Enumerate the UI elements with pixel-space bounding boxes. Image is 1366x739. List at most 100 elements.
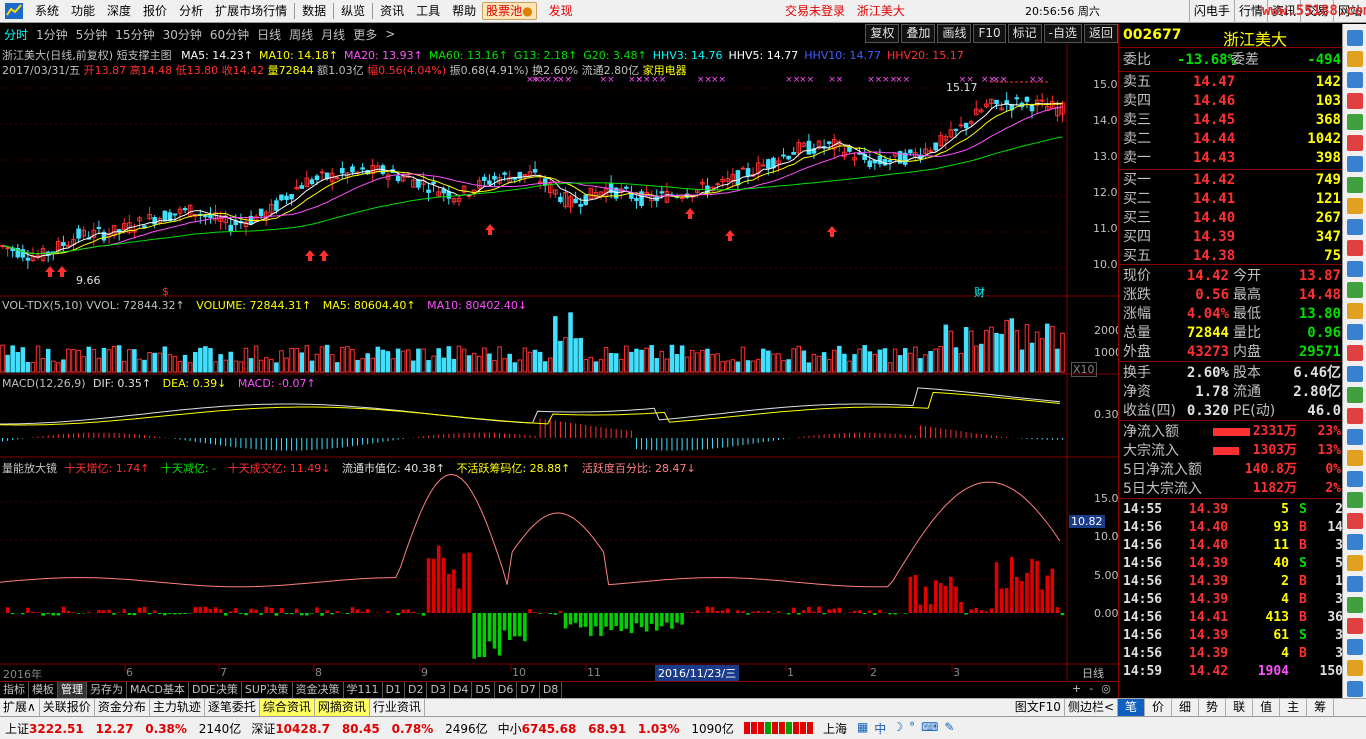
period-tab-1min[interactable]: 1分钟: [32, 26, 72, 43]
overlay-button[interactable]: 叠加: [901, 24, 936, 43]
finance-marker-icon[interactable]: 财: [974, 284, 985, 300]
extension-tab-right[interactable]: 图文F10: [1012, 699, 1065, 716]
bid-row[interactable]: 买五 14.38 75: [1119, 247, 1347, 265]
side-tool-icon[interactable]: [1347, 387, 1363, 403]
trade-status[interactable]: 交易未登录 浙江美大: [785, 0, 905, 23]
lightning-button[interactable]: 闪电手: [1188, 0, 1234, 23]
side-tool-icon[interactable]: [1347, 219, 1363, 235]
side-tool-icon[interactable]: [1347, 345, 1363, 361]
discover-button[interactable]: 发现: [543, 1, 579, 21]
ask-row[interactable]: 卖一 14.43 398: [1119, 149, 1347, 167]
indicator-tab[interactable]: D6: [495, 682, 518, 698]
draw-button[interactable]: 画线: [937, 24, 972, 43]
chevron-right-icon[interactable]: >: [381, 27, 399, 41]
mark-button[interactable]: 标记: [1007, 24, 1042, 43]
stock-pool-button[interactable]: 股票池●: [482, 2, 537, 20]
extension-tab[interactable]: 网摘资讯: [314, 699, 370, 716]
bid-row[interactable]: 买四 14.39 347: [1119, 228, 1347, 246]
quote-tab[interactable]: 细: [1172, 699, 1200, 716]
menu-data[interactable]: 数据: [296, 1, 332, 21]
indicator-tab[interactable]: SUP决策: [242, 682, 293, 698]
period-tab-more[interactable]: 更多: [349, 26, 381, 43]
kline-chart[interactable]: ×× ×××× ×××× ×× ×××× ×××× ×××× ×××× ×× ×××× ×××× ××: [0, 44, 1118, 681]
menu-ext-market[interactable]: 扩展市场行情: [209, 1, 293, 21]
event-marker-s[interactable]: $: [162, 285, 169, 298]
side-tool-icon[interactable]: [1347, 303, 1363, 319]
grid-icon[interactable]: ▦: [857, 720, 868, 737]
side-tool-icon[interactable]: [1347, 639, 1363, 655]
adjust-button[interactable]: 复权: [865, 24, 900, 43]
period-tab-5min[interactable]: 5分钟: [72, 26, 112, 43]
remove-watchlist-button[interactable]: -自选: [1043, 24, 1082, 43]
moon-icon[interactable]: ☽: [892, 720, 903, 737]
indicator-tab[interactable]: DDE决策: [189, 682, 242, 698]
side-tool-icon[interactable]: [1347, 429, 1363, 445]
side-tool-icon[interactable]: [1347, 198, 1363, 214]
ask-row[interactable]: 卖三 14.45 368: [1119, 111, 1347, 129]
menu-analysis[interactable]: 分析: [173, 1, 209, 21]
indicator-tab[interactable]: 指标: [0, 682, 29, 698]
side-tool-icon[interactable]: [1347, 72, 1363, 88]
side-tool-icon[interactable]: [1347, 681, 1363, 697]
zoom-controls[interactable]: +-◎: [1072, 682, 1119, 695]
indicator-tab[interactable]: D3: [427, 682, 450, 698]
side-tool-icon[interactable]: [1347, 366, 1363, 382]
menu-help[interactable]: 帮助: [446, 1, 482, 21]
side-tool-icon[interactable]: [1347, 261, 1363, 277]
period-tab-monthly[interactable]: 月线: [317, 26, 349, 43]
back-button[interactable]: 返回: [1083, 24, 1118, 43]
side-tool-icon[interactable]: [1347, 114, 1363, 130]
ask-row[interactable]: 卖五 14.47 142: [1119, 73, 1347, 91]
side-tool-icon[interactable]: [1347, 450, 1363, 466]
menu-info[interactable]: 资讯: [374, 1, 410, 21]
side-tool-icon[interactable]: [1347, 576, 1363, 592]
ask-row[interactable]: 卖四 14.46 103: [1119, 92, 1347, 110]
extension-tab[interactable]: 逐笔委托: [205, 699, 260, 716]
trade-login-status[interactable]: 交易未登录: [785, 4, 845, 18]
side-tool-icon[interactable]: [1347, 660, 1363, 676]
lang-icon[interactable]: 中: [874, 720, 886, 737]
indicator-tab[interactable]: 模板: [29, 682, 58, 698]
side-tool-icon[interactable]: [1347, 471, 1363, 487]
indicator-tab[interactable]: D8: [540, 682, 563, 698]
sz-index[interactable]: 深证10428.7 80.45 0.78% 2496亿: [246, 720, 492, 737]
quote-tab[interactable]: 笔: [1118, 699, 1146, 716]
sh-index[interactable]: 上证3222.51 12.27 0.38% 2140亿: [0, 720, 246, 737]
side-tool-icon[interactable]: [1347, 534, 1363, 550]
extension-tab[interactable]: 综合资讯: [259, 699, 315, 716]
bid-row[interactable]: 买二 14.41 121: [1119, 190, 1347, 208]
period-tab-60min[interactable]: 60分钟: [206, 26, 253, 43]
side-tool-icon[interactable]: [1347, 240, 1363, 256]
indicator-tab[interactable]: 管理: [58, 682, 87, 698]
extension-tab[interactable]: 行业资讯: [370, 699, 425, 716]
indicator-tab[interactable]: 学111: [344, 682, 383, 698]
bid-row[interactable]: 买一 14.42 749: [1119, 171, 1347, 189]
side-tool-icon[interactable]: [1347, 513, 1363, 529]
menu-tools[interactable]: 工具: [410, 1, 446, 21]
side-tool-icon[interactable]: [1347, 408, 1363, 424]
extension-tab[interactable]: 关联报价: [40, 699, 95, 716]
side-tool-icon[interactable]: [1347, 282, 1363, 298]
extension-tab[interactable]: 扩展∧: [0, 699, 40, 716]
indicator-tab[interactable]: D1: [383, 682, 406, 698]
zoom-out-icon[interactable]: -: [1089, 682, 1101, 695]
quote-tab[interactable]: 主: [1280, 699, 1308, 716]
period-tab-30min[interactable]: 30分钟: [159, 26, 206, 43]
wrench-icon[interactable]: ✎: [944, 720, 954, 737]
side-tool-icon[interactable]: [1347, 135, 1363, 151]
side-tool-icon[interactable]: [1347, 51, 1363, 67]
side-tool-icon[interactable]: [1347, 324, 1363, 340]
quote-tab[interactable]: 筹: [1307, 699, 1335, 716]
settings-circle-icon[interactable]: ◎: [1101, 682, 1119, 695]
f10-button[interactable]: F10: [973, 24, 1006, 43]
ask-row[interactable]: 卖二 14.44 1042: [1119, 130, 1347, 148]
extension-tab[interactable]: 主力轨迹: [150, 699, 205, 716]
indicator-tab[interactable]: MACD基本: [127, 682, 189, 698]
side-tool-icon[interactable]: [1347, 492, 1363, 508]
menu-function[interactable]: 功能: [65, 1, 101, 21]
menu-overview[interactable]: 纵览: [335, 1, 371, 21]
indicator-tab[interactable]: D4: [450, 682, 473, 698]
extension-tab[interactable]: 资金分布: [95, 699, 150, 716]
indicator-tab[interactable]: 另存为: [87, 682, 127, 698]
dot-icon[interactable]: °: [909, 720, 915, 737]
